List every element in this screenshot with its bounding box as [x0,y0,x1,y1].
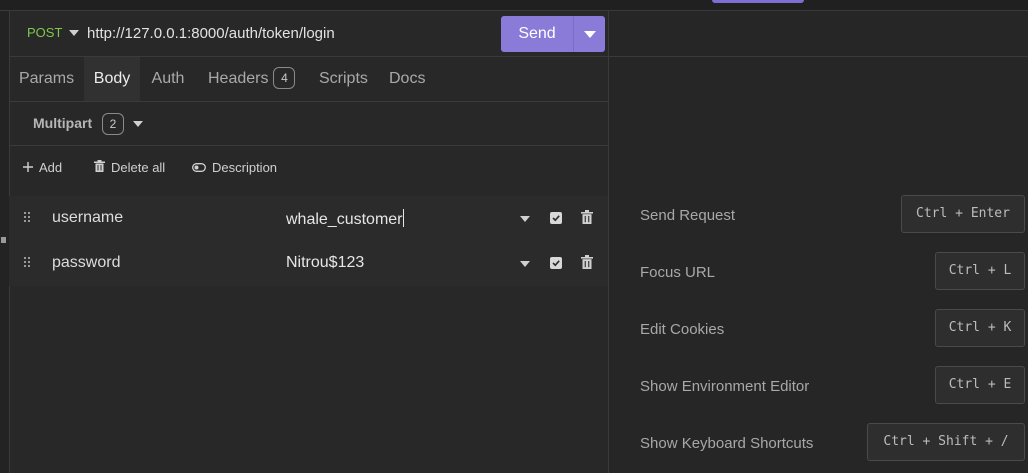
shortcut-keys-keyboard-shortcuts: Ctrl + Shift + / [867,423,1025,461]
request-tabs: Params Body Auth Headers 4 Scripts Docs [9,57,608,102]
toggle-icon [192,160,206,175]
tab-body[interactable]: Body [84,57,140,101]
body-type-selector[interactable]: Multipart 2 [9,102,608,146]
shortcut-keys-focus-url: Ctrl + L [935,252,1025,290]
top-strip [0,0,1028,11]
add-label: Add [39,160,63,175]
param-value-text: whale_customer [286,211,403,228]
tab-label: Docs [389,70,426,87]
text-cursor [402,209,404,227]
tab-scripts[interactable]: Scripts [319,57,368,101]
drag-handle-icon[interactable] [24,257,32,269]
param-name-input[interactable]: username [52,209,123,227]
tab-label: Headers [208,70,269,87]
tab-docs[interactable]: Docs [389,57,425,101]
delete-param-icon[interactable] [581,255,593,273]
method-dropdown-icon[interactable] [69,30,79,36]
shortcut-label-keyboard-shortcuts: Show Keyboard Shortcuts [640,435,814,452]
shortcut-label-send-request: Send Request [640,207,736,224]
send-button[interactable]: Send [501,16,605,52]
delete-all-label: Delete all [111,160,166,175]
trash-icon [94,160,105,175]
description-toggle[interactable]: Description [192,160,277,175]
shortcut-keys-send-request: Ctrl + Enter [901,195,1025,233]
shortcut-label-edit-cookies: Edit Cookies [640,321,725,338]
body-type-label: Multipart [33,115,93,131]
param-name-input[interactable]: password [52,254,120,272]
param-type-dropdown-icon[interactable] [520,216,530,222]
tab-headers[interactable]: Headers 4 [208,57,296,101]
table-row: password Nitrou$123 [9,241,608,286]
drag-handle-icon[interactable] [24,212,32,224]
url-bar: POST http://127.0.0.1:8000/auth/token/lo… [9,11,609,57]
plus-icon [23,160,33,175]
param-enabled-checkbox[interactable] [550,212,562,224]
url-input[interactable]: http://127.0.0.1:8000/auth/token/login [87,25,335,42]
params-table: username whale_customer password Nitrou$… [9,196,608,286]
send-options-dropdown-icon[interactable] [584,31,596,38]
table-row: username whale_customer [9,196,608,241]
param-enabled-checkbox[interactable] [550,257,562,269]
tab-label: Body [93,70,131,87]
shortcut-keys-environment-editor: Ctrl + E [935,366,1025,404]
tab-auth[interactable]: Auth [140,57,196,101]
param-value-input[interactable]: Nitrou$123 [286,254,364,272]
delete-param-icon[interactable] [581,210,593,228]
param-type-dropdown-icon[interactable] [520,261,530,267]
send-split-divider [573,16,574,52]
headers-count-badge: 4 [273,66,296,89]
shortcut-label-environment-editor: Show Environment Editor [640,378,810,395]
tab-label: Scripts [319,70,368,87]
add-param-button[interactable]: Add [23,160,62,175]
shortcut-label-focus-url: Focus URL [640,264,716,281]
scroll-marker [1,237,6,243]
shortcut-keys-edit-cookies: Ctrl + K [935,309,1025,347]
tab-label: Auth [151,70,185,87]
param-value-input[interactable]: whale_customer [286,209,404,229]
body-count-badge: 2 [102,113,124,135]
response-header-divider [609,56,1028,57]
method-selector[interactable]: POST [27,25,62,40]
active-tab-indicator [712,0,804,3]
tab-label: Params [18,70,75,87]
description-label: Description [212,160,278,175]
body-type-dropdown-icon[interactable] [133,121,143,127]
delete-all-button[interactable]: Delete all [94,160,165,175]
param-actions: Add Delete all Description [9,146,608,191]
send-label[interactable]: Send [501,25,573,43]
tab-params[interactable]: Params [9,57,84,101]
